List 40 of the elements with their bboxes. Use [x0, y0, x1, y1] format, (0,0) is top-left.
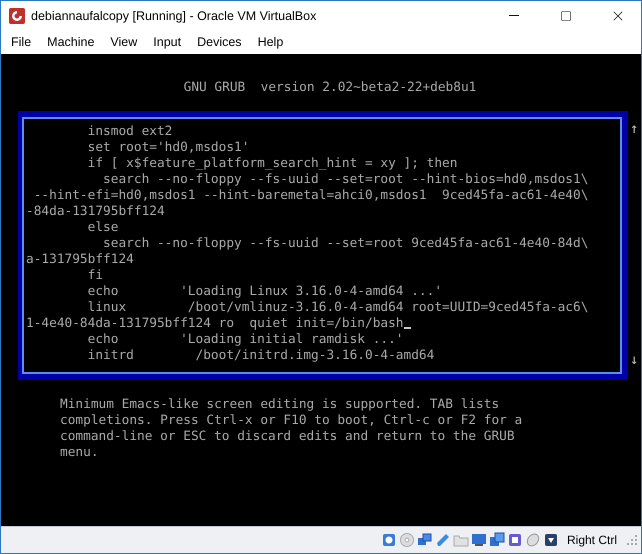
code-line: fi	[86, 268, 104, 283]
menu-item[interactable]: Devices	[189, 35, 250, 49]
code-line: echo 'Loading Linux 3.16.0-4-amd64 ...'	[86, 284, 442, 299]
scroll-down-indicator: ↓	[630, 352, 638, 368]
network-icon[interactable]	[416, 532, 433, 548]
resize-grip-icon[interactable]	[627, 535, 637, 545]
code-line: else	[86, 220, 118, 235]
menu-item[interactable]: Input	[145, 35, 190, 49]
code-line: -84da-131795bff124	[26, 204, 165, 219]
code-line: linux /boot/vmlinuz-3.16.0-4-amd64 root=UUID=9ced45fa-ac6\	[86, 300, 588, 315]
menu-item[interactable]: Machine	[39, 35, 102, 49]
code-line: insmod ext2	[86, 124, 172, 139]
grub-header: GNU GRUB version 2.02~beta2-22+deb8u1	[184, 80, 476, 95]
menu-item[interactable]: Help	[250, 35, 292, 49]
menu-item[interactable]: View	[102, 35, 146, 49]
help-text-line: completions. Press Ctrl-x or F10 to boot, Ctrl-c or F2 for a	[60, 413, 522, 428]
app-logo-icon	[9, 8, 25, 24]
code-line: a-131795bff124	[26, 252, 134, 267]
help-text-line: Minimum Emacs-like screen editing is supported. TAB lists	[60, 397, 500, 412]
menu-item[interactable]: File	[3, 35, 40, 49]
code-line: echo 'Loading initial ramdisk ...'	[86, 332, 404, 347]
scroll-up-indicator: ↑	[630, 121, 638, 137]
cpu-chip-icon[interactable]	[506, 532, 523, 548]
video-capture-icon[interactable]	[488, 532, 505, 548]
code-line: if [ x$feature_platform_search_hint = xy ]; then	[86, 156, 458, 171]
help-text-line: command-line or ESC to discard edits and return to the GRUB	[60, 429, 515, 444]
code-line: set root='hd0,msdos1'	[86, 140, 250, 155]
code-line: initrd /boot/initrd.img-3.16.0-4-amd64	[86, 348, 434, 363]
usb-pen-icon[interactable]	[434, 532, 451, 548]
code-line: --hint-efi=hd0,msdos1 --hint-baremetal=ahci0,msdos1 9ced45fa-ac61-4e40\	[32, 188, 588, 203]
code-line: search --no-floppy --fs-uuid --set=root 9ced45fa-ac61-4e40-84d\	[102, 236, 588, 251]
window-title: debiannaufalcopy [Running] - Oracle VM VirtualBox	[31, 8, 318, 22]
host-key-label: Right Ctrl	[566, 533, 617, 547]
code-line: search --no-floppy --fs-uuid --set=root --hint-bios=hd0,msdos1\	[102, 172, 588, 187]
display-icon[interactable]	[470, 532, 487, 548]
minimize-icon	[509, 15, 519, 16]
keyboard-capture-icon[interactable]	[542, 532, 559, 548]
code-line: 1-4e40-84da-131795bff124 ro quiet init=/bin/bash	[26, 316, 404, 331]
help-text-line: menu.	[60, 445, 99, 460]
maximize-icon	[560, 10, 572, 22]
